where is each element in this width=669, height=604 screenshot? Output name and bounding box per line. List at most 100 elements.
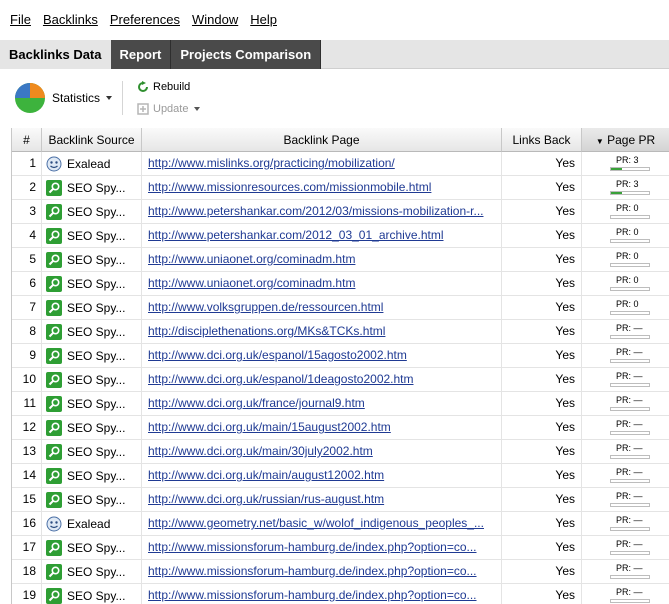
table-row[interactable]: 1 Exalead http://www.mislinks.org/practici…	[12, 152, 669, 176]
tab-projects-comparison[interactable]: Projects Comparison	[171, 40, 322, 69]
row-number: 8	[12, 320, 42, 344]
table-row[interactable]: 15 SEO Spy... http://www.dci.org.uk/russia…	[12, 488, 669, 512]
table-row[interactable]: 5 SEO Spy... http://www.uniaonet.org/comin…	[12, 248, 669, 272]
backlink-page-link[interactable]: http://www.geometry.net/basic_w/wolof_in…	[148, 516, 484, 530]
table-row[interactable]: 9 SEO Spy... http://www.dci.org.uk/espanol…	[12, 344, 669, 368]
links-back-cell: Yes	[502, 272, 582, 296]
seo-spyglass-icon	[46, 204, 62, 220]
table-row[interactable]: 18 SEO Spy... http://www.missionsforum-ham…	[12, 560, 669, 584]
backlink-page-link[interactable]: http://www.missionresources.com/missionm…	[148, 180, 431, 194]
table-row[interactable]: 4 SEO Spy... http://www.petershankar.com/2…	[12, 224, 669, 248]
backlink-page-link[interactable]: http://www.dci.org.uk/main/15august2002.…	[148, 420, 391, 434]
table-row[interactable]: 13 SEO Spy... http://www.dci.org.uk/main/3…	[12, 440, 669, 464]
tab-backlinks-data[interactable]: Backlinks Data	[0, 40, 111, 69]
backlink-page-cell: http://www.dci.org.uk/russian/rus-august…	[142, 488, 502, 512]
menu-help-label: Help	[250, 12, 277, 27]
backlink-source-cell: SEO Spy...	[42, 224, 142, 248]
pr-bar	[610, 215, 650, 219]
page-pr-cell: PR: 0	[582, 272, 669, 296]
backlink-page-link[interactable]: http://www.dci.org.uk/main/30july2002.ht…	[148, 444, 373, 458]
table-row[interactable]: 12 SEO Spy... http://www.dci.org.uk/main/1…	[12, 416, 669, 440]
menu-backlinks[interactable]: Backlinks	[37, 0, 104, 40]
seo-spyglass-icon	[46, 540, 62, 556]
links-back-cell: Yes	[502, 344, 582, 368]
backlink-source-cell: SEO Spy...	[42, 464, 142, 488]
seo-spyglass-icon	[46, 228, 62, 244]
table-row[interactable]: 17 SEO Spy... http://www.missionsforum-ham…	[12, 536, 669, 560]
row-number: 17	[12, 536, 42, 560]
pr-bar	[610, 311, 650, 315]
links-back-cell: Yes	[502, 560, 582, 584]
backlink-page-cell: http://www.dci.org.uk/france/journal9.ht…	[142, 392, 502, 416]
table-row[interactable]: 7 SEO Spy... http://www.volksgruppen.de/re…	[12, 296, 669, 320]
pr-value: PR: —	[616, 395, 643, 405]
seo-spyglass-icon	[46, 300, 62, 316]
backlink-page-link[interactable]: http://www.petershankar.com/2012_03_01_a…	[148, 228, 444, 242]
seo-spyglass-icon	[46, 396, 62, 412]
pie-chart-icon	[15, 83, 45, 113]
table-row[interactable]: 6 SEO Spy... http://www.uniaonet.org/comin…	[12, 272, 669, 296]
row-number: 16	[12, 512, 42, 536]
rebuild-button[interactable]: Rebuild	[137, 79, 190, 95]
table-row[interactable]: 10 SEO Spy... http://www.dci.org.uk/espano…	[12, 368, 669, 392]
menu-window[interactable]: Window	[186, 0, 244, 40]
table-row[interactable]: 16 Exalead http://www.geometry.net/basic_w…	[12, 512, 669, 536]
backlink-page-cell: http://www.petershankar.com/2012_03_01_a…	[142, 224, 502, 248]
backlink-page-link[interactable]: http://www.uniaonet.org/cominadm.htm	[148, 252, 355, 266]
seo-spyglass-icon	[46, 324, 62, 340]
table-row[interactable]: 8 SEO Spy... http://disciplethenations.org…	[12, 320, 669, 344]
backlink-page-link[interactable]: http://www.missionsforum-hamburg.de/inde…	[148, 588, 477, 602]
row-number: 4	[12, 224, 42, 248]
backlink-page-link[interactable]: http://www.missionsforum-hamburg.de/inde…	[148, 564, 477, 578]
pr-value: PR: —	[616, 443, 643, 453]
toolbar-divider	[122, 81, 123, 115]
links-back-cell: Yes	[502, 536, 582, 560]
backlink-source-label: SEO Spy...	[67, 588, 126, 603]
pr-bar	[610, 455, 650, 459]
column-header-links-back[interactable]: Links Back	[502, 128, 582, 152]
links-back-cell: Yes	[502, 440, 582, 464]
links-back-cell: Yes	[502, 392, 582, 416]
backlink-page-link[interactable]: http://www.dci.org.uk/france/journal9.ht…	[148, 396, 365, 410]
backlink-page-link[interactable]: http://www.dci.org.uk/espanol/15agosto20…	[148, 348, 407, 362]
menu-backlinks-label: Backlinks	[42, 12, 98, 27]
backlink-page-link[interactable]: http://www.mislinks.org/practicing/mobil…	[148, 156, 395, 170]
table-row[interactable]: 14 SEO Spy... http://www.dci.org.uk/main/a…	[12, 464, 669, 488]
table-row[interactable]: 19 SEO Spy... http://www.missionsforum-ham…	[12, 584, 669, 604]
backlink-page-link[interactable]: http://www.missionsforum-hamburg.de/inde…	[148, 540, 477, 554]
pr-indicator: PR: 0	[610, 203, 650, 220]
seo-spyglass-icon	[46, 492, 62, 508]
page-pr-cell: PR: —	[582, 584, 669, 604]
backlink-source-label: SEO Spy...	[67, 540, 126, 555]
pr-bar	[610, 239, 650, 243]
sort-desc-icon: ▼	[595, 137, 604, 146]
pr-value: PR: —	[616, 587, 643, 597]
menu-preferences[interactable]: Preferences	[104, 0, 186, 40]
backlink-page-link[interactable]: http://www.dci.org.uk/main/august12002.h…	[148, 468, 384, 482]
backlink-page-link[interactable]: http://www.petershankar.com/2012/03/miss…	[148, 204, 483, 218]
column-header-backlink-source[interactable]: Backlink Source	[42, 128, 142, 152]
statistics-button[interactable]: Statistics	[14, 81, 113, 115]
backlink-page-link[interactable]: http://www.dci.org.uk/russian/rus-august…	[148, 492, 384, 506]
menu-help[interactable]: Help	[244, 0, 283, 40]
pr-value: PR: —	[616, 419, 643, 429]
pr-indicator: PR: 0	[610, 299, 650, 316]
column-header-number[interactable]: #	[12, 128, 42, 152]
column-header-page-pr[interactable]: ▼ Page PR	[582, 128, 669, 152]
menu-file[interactable]: File	[4, 0, 37, 40]
table-row[interactable]: 2 SEO Spy... http://www.missionresources.c…	[12, 176, 669, 200]
page-pr-cell: PR: —	[582, 392, 669, 416]
table-row[interactable]: 11 SEO Spy... http://www.dci.org.uk/france…	[12, 392, 669, 416]
pr-value: PR: 0	[616, 227, 639, 237]
links-back-cell: Yes	[502, 464, 582, 488]
backlink-source-label: SEO Spy...	[67, 204, 126, 219]
table-row[interactable]: 3 SEO Spy... http://www.petershankar.com/2…	[12, 200, 669, 224]
backlink-page-link[interactable]: http://www.uniaonet.org/cominadm.htm	[148, 276, 355, 290]
update-button[interactable]: Update	[137, 101, 201, 117]
tab-report[interactable]: Report	[110, 40, 172, 69]
backlink-page-link[interactable]: http://disciplethenations.org/MKs&TCKs.h…	[148, 324, 385, 338]
column-header-backlink-page[interactable]: Backlink Page	[142, 128, 502, 152]
backlink-page-link[interactable]: http://www.dci.org.uk/espanol/1deagosto2…	[148, 372, 414, 386]
pr-bar	[610, 599, 650, 603]
backlink-page-link[interactable]: http://www.volksgruppen.de/ressourcen.ht…	[148, 300, 383, 314]
